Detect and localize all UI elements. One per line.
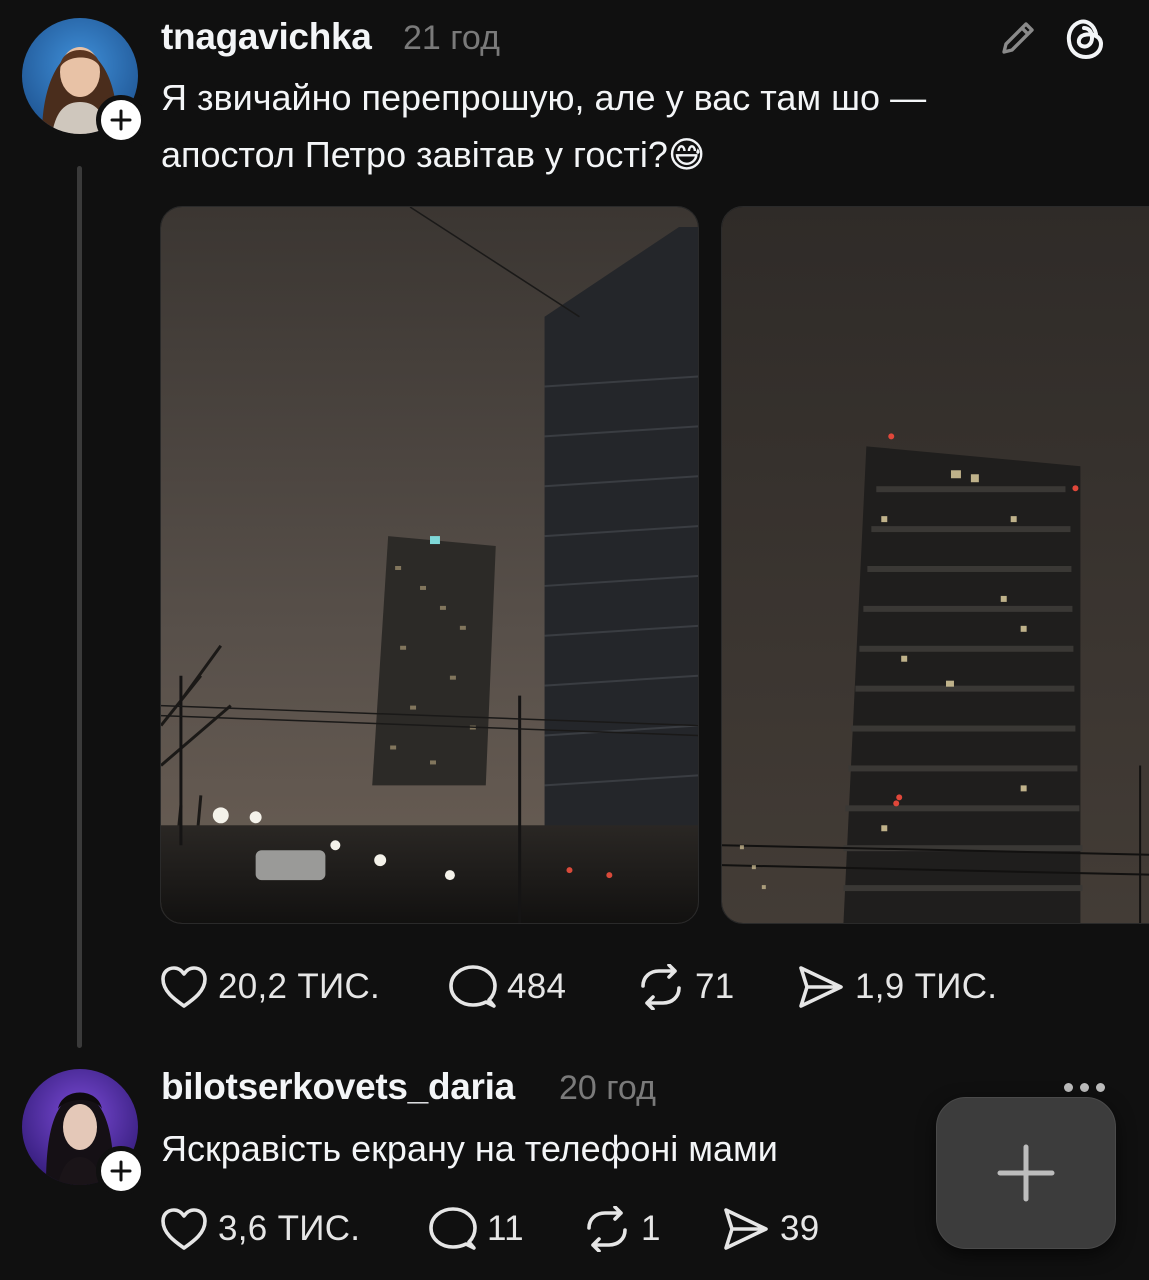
post-text-line-2: апостол Петро завітав у гості?😅 [161,134,706,175]
compose-button[interactable] [936,1097,1116,1249]
pencil-icon[interactable] [996,16,1040,60]
threads-logo-icon[interactable] [1062,14,1108,62]
send-icon [724,1208,768,1250]
more-dots-icon[interactable] [1064,1083,1105,1092]
comment-icon [449,965,497,1008]
repost-icon [641,964,681,1010]
thread-connector-line [77,166,82,1048]
share-count: 1,9 ТИС. [855,967,998,1006]
repost-button[interactable]: 1 [583,1203,661,1255]
post-text-line-1: Яскравість екрану на телефоні мами [161,1128,778,1169]
foggy-tower-photo[interactable] [721,206,1149,924]
follow-button[interactable] [96,1146,146,1196]
heart-icon [161,966,207,1008]
post-text-line-1: Я звичайно перепрошую, але у вас там шо … [161,77,927,118]
plus-icon [110,1160,132,1182]
post-timestamp: 20 год [559,1069,656,1107]
heart-icon [161,1208,207,1250]
reply-button[interactable]: 484 [449,961,566,1013]
reply-count: 11 [487,1209,524,1248]
like-count: 20,2 ТИС. [218,967,381,1006]
repost-count: 1 [641,1209,661,1248]
follow-button[interactable] [96,95,146,145]
threads-feed: tnagavichka 21 год Я звичайно перепрошую… [0,0,1149,1280]
share-count: 39 [780,1209,820,1248]
post-username[interactable]: tnagavichka [161,16,372,58]
share-button[interactable]: 1,9 ТИС. [797,961,997,1013]
repost-button[interactable]: 71 [637,961,735,1013]
comment-icon [429,1207,477,1250]
send-icon [799,966,843,1008]
repost-count: 71 [695,967,735,1006]
plus-icon [997,1144,1055,1202]
night-city-tower-photo[interactable] [160,206,699,924]
like-button[interactable]: 20,2 ТИС. [160,961,380,1013]
plus-icon [110,109,132,131]
post-username[interactable]: bilotserkovets_daria [161,1066,515,1108]
like-button[interactable]: 3,6 ТИС. [160,1203,360,1255]
share-button[interactable]: 39 [722,1203,820,1255]
repost-icon [587,1206,627,1252]
reply-count: 484 [507,967,567,1006]
reply-button[interactable]: 11 [429,1203,524,1255]
like-count: 3,6 ТИС. [218,1209,361,1248]
post-timestamp: 21 год [403,19,500,57]
